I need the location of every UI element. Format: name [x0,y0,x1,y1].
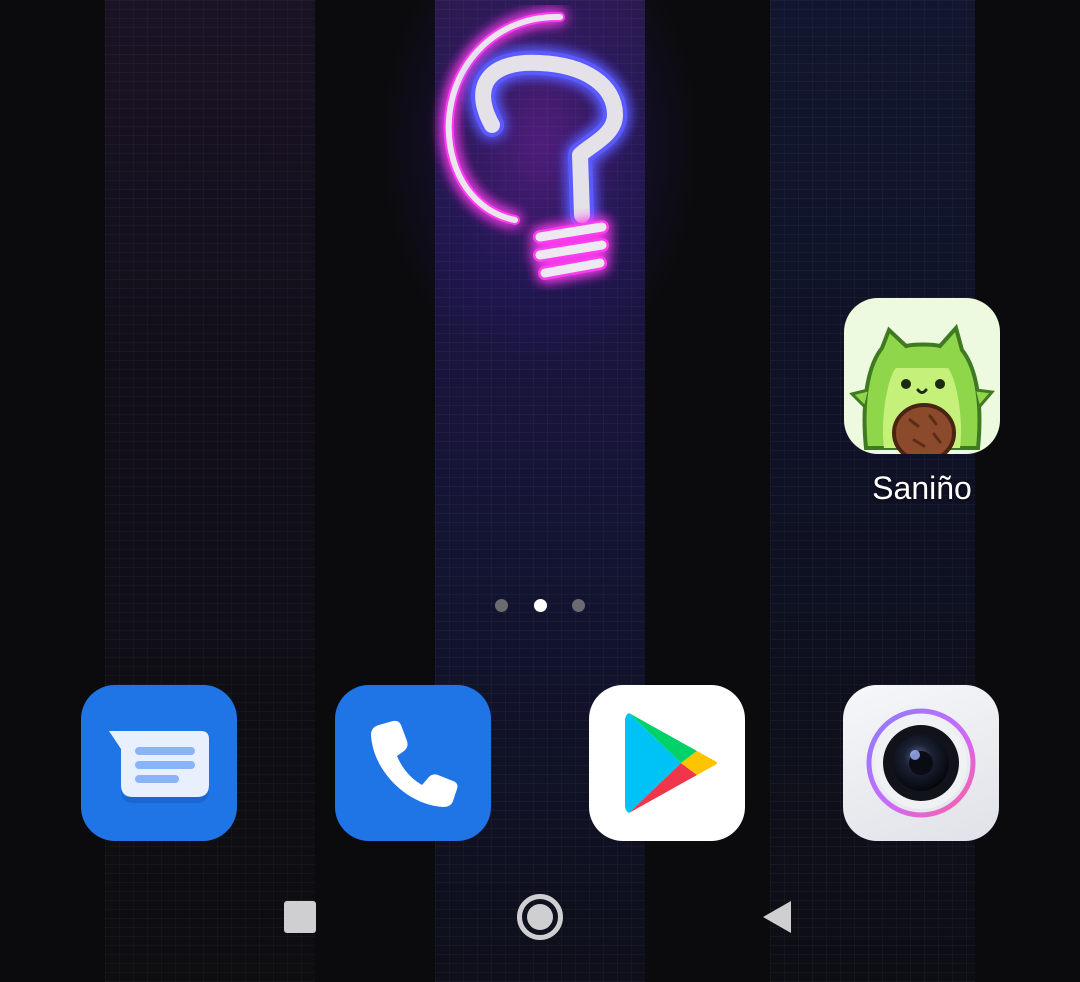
back-icon [763,901,791,933]
page-dot[interactable] [572,598,585,612]
lightbulb-logo-icon [443,11,627,280]
app-label: Saniño [872,470,972,506]
page-dot-active[interactable] [533,598,547,612]
page-dot[interactable] [495,598,508,612]
page-indicator [495,597,585,613]
dock-app-messages[interactable] [81,685,237,841]
navigation-bar [0,872,1080,982]
play-store-icon [589,685,745,841]
messages-icon [81,685,237,841]
back-button[interactable] [732,872,822,962]
avocado-icon [844,298,1000,454]
camera-icon [843,685,999,841]
app-sanino[interactable]: Saniño [844,298,1000,507]
home-button[interactable] [495,872,585,962]
recents-icon [284,901,316,933]
phone-icon [335,685,491,841]
dock-app-camera[interactable] [843,685,999,841]
home-screen: Saniño [0,0,1080,982]
dock-app-phone[interactable] [335,685,491,841]
dock-app-play-store[interactable] [589,685,745,841]
home-icon [517,894,563,940]
recents-button[interactable] [255,872,345,962]
